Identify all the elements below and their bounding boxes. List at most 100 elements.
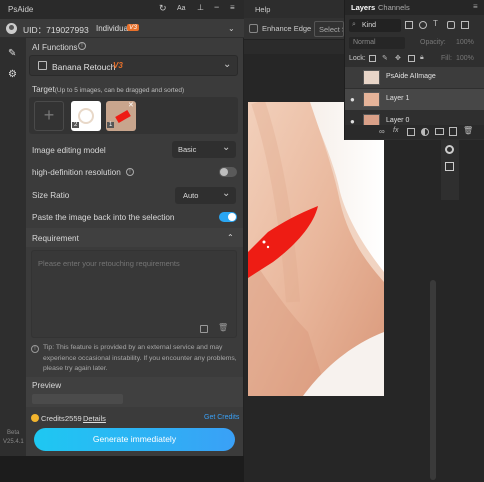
menu-help[interactable]: Help — [255, 5, 270, 14]
select-subject-label: Select Su — [319, 25, 343, 34]
font-size-icon[interactable]: Aa — [177, 5, 186, 12]
layer-name: PsAide AIImage — [386, 73, 436, 80]
fill-label: Fill: — [441, 55, 452, 62]
minimize-icon[interactable]: − — [214, 2, 219, 12]
size-ratio-select[interactable]: Auto ⌄ — [175, 187, 236, 204]
ai-function-value: Banana Retouch — [52, 62, 116, 72]
pin-icon[interactable]: ⊥ — [197, 3, 204, 12]
chevron-down-icon: ⌄ — [222, 142, 231, 153]
link-layers-icon[interactable]: ∞ — [379, 127, 385, 136]
paste-back-toggle[interactable] — [219, 212, 237, 222]
details-link[interactable]: Details — [83, 414, 106, 423]
enhance-edge-checkbox[interactable] — [249, 24, 258, 33]
tip-text: Tip: This feature is provided by an exte… — [43, 344, 237, 372]
lock-artboard-icon[interactable] — [408, 55, 415, 62]
layers-panel: Layers Channels ≡ ⌕ Kind T Normal Opacit… — [344, 0, 484, 140]
preview-placeholder — [32, 394, 123, 404]
credits-value: 2559 — [65, 414, 82, 423]
uid-label: UID：719027993 — [23, 25, 89, 35]
target-thumbnail[interactable]: 1 ✕ — [106, 101, 136, 131]
chevron-up-icon: ⌃ — [227, 233, 234, 242]
color-icon[interactable] — [445, 145, 454, 154]
thumbnail-order-badge: 2 — [72, 122, 80, 128]
adjustments-icon[interactable] — [445, 162, 454, 171]
add-image-button[interactable]: + — [34, 101, 64, 131]
vertical-scrollbar[interactable] — [430, 280, 436, 480]
layer-name: Layer 1 — [386, 95, 410, 102]
uid-bar: UID：719027993 Individual V3 ⌄ — [0, 19, 244, 38]
select-subject-button[interactable]: Select Su — [314, 21, 344, 37]
coin-icon — [31, 414, 39, 422]
image-editing-model-select[interactable]: Basic ⌄ — [172, 141, 236, 158]
size-ratio-label: Size Ratio — [32, 191, 70, 200]
layer-filter-select[interactable]: ⌕ Kind — [349, 19, 401, 32]
image-filter-icon[interactable] — [405, 21, 413, 29]
generate-button[interactable]: Generate immediately — [34, 428, 235, 451]
ai-function-badge: V3 — [113, 61, 123, 70]
layer-row[interactable]: ● Layer 1 — [345, 89, 484, 110]
panel-titlebar: PsAide ↻ Aa ⊥ − ≡ — [0, 0, 244, 19]
eye-icon[interactable]: ● — [350, 95, 355, 104]
mask-icon[interactable] — [407, 128, 415, 136]
close-icon[interactable]: ✕ — [128, 101, 134, 109]
hd-resolution-toggle[interactable] — [219, 167, 237, 177]
layer-filter-icons: T — [405, 19, 481, 31]
lock-all-icon[interactable]: 🔒︎ — [420, 54, 424, 62]
info-icon[interactable]: ! — [78, 42, 86, 50]
target-heading: Target(Up to 5 images, can be dragged an… — [32, 85, 184, 94]
lock-icons: ✎ ✥ 🔒︎ — [369, 54, 425, 64]
trash-icon[interactable]: 🗑︎ — [463, 126, 473, 135]
panel-menu-icon[interactable]: ≡ — [473, 2, 478, 11]
lock-move-icon[interactable]: ✥ — [395, 54, 401, 62]
avatar-icon[interactable] — [6, 23, 17, 34]
plan-label: Individual — [96, 24, 130, 33]
lock-pixels-icon[interactable] — [369, 55, 376, 62]
layer-filter-kind: Kind — [362, 22, 377, 29]
layer-row[interactable]: PsAide AIImage — [345, 67, 484, 88]
layers-footer: ∞ fx 🗑︎ — [345, 125, 484, 139]
plan-badge: V3 — [127, 24, 139, 31]
brush-icon[interactable]: ✎ — [8, 48, 16, 59]
target-hint: (Up to 5 images, can be dragged and sort… — [54, 87, 185, 94]
get-credits-link[interactable]: Get Credits — [204, 414, 239, 421]
ai-functions-label: AI Functions — [32, 43, 78, 52]
layers-tab-bar: Layers Channels ≡ — [345, 0, 484, 15]
requirement-header[interactable]: Requirement ⌃ — [26, 228, 243, 247]
adjustment-layer-icon[interactable] — [421, 128, 429, 136]
smart-filter-icon[interactable] — [461, 21, 469, 29]
lock-paint-icon[interactable]: ✎ — [382, 54, 388, 62]
opacity-value[interactable]: 100% — [456, 39, 474, 46]
target-label: Target — [32, 85, 55, 94]
fx-icon[interactable]: fx — [393, 127, 398, 134]
requirement-label: Requirement — [32, 234, 79, 243]
opacity-label: Opacity: — [420, 39, 446, 46]
menu-icon[interactable]: ≡ — [230, 3, 235, 12]
size-ratio-value: Auto — [183, 191, 199, 200]
preview-section: Preview — [26, 377, 243, 407]
blend-mode-value: Normal — [353, 39, 376, 46]
info-icon[interactable]: ! — [126, 168, 134, 176]
shape-filter-icon[interactable] — [447, 21, 455, 29]
psaide-panel: PsAide ↻ Aa ⊥ − ≡ UID：719027993 Individu… — [0, 0, 244, 456]
trash-icon[interactable]: 🗑︎ — [218, 323, 228, 332]
gear-icon[interactable]: ⚙ — [8, 69, 17, 80]
target-thumbnail[interactable]: 2 — [71, 101, 101, 131]
type-filter-icon[interactable]: T — [433, 19, 438, 28]
fill-value[interactable]: 100% — [456, 55, 474, 62]
preview-label: Preview — [32, 381, 62, 390]
blend-mode-select[interactable]: Normal — [349, 37, 405, 49]
image-editing-model-label: Image editing model — [32, 146, 106, 155]
ai-function-select[interactable]: Banana Retouch V3 ⌄ — [29, 55, 238, 76]
search-icon: ⌕ — [352, 21, 356, 28]
refresh-icon[interactable]: ↻ — [159, 3, 167, 14]
tab-layers[interactable]: Layers — [351, 3, 375, 12]
prompt-library-icon[interactable] — [200, 325, 208, 333]
credits-label: Credits: — [41, 414, 67, 423]
panel-title: PsAide — [8, 5, 34, 14]
adjustment-filter-icon[interactable] — [419, 21, 427, 29]
layer-name: Layer 0 — [386, 117, 410, 124]
new-layer-icon[interactable] — [449, 127, 457, 136]
folder-icon[interactable] — [435, 128, 444, 135]
tab-channels[interactable]: Channels — [378, 3, 410, 12]
chevron-down-icon[interactable]: ⌄ — [228, 24, 235, 33]
